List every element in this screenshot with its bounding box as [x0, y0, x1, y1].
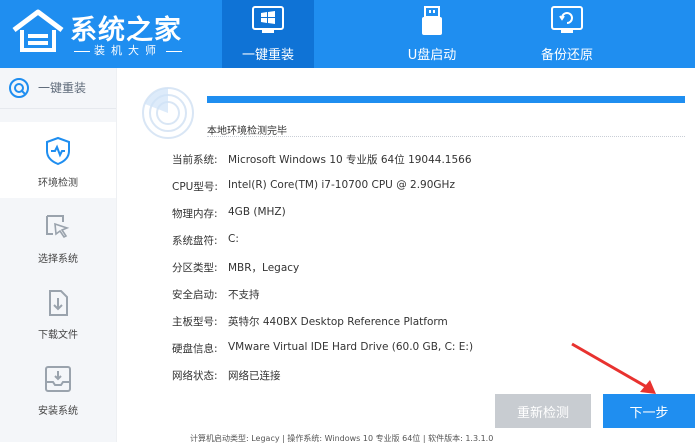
tab-usb-boot[interactable]: U盘启动	[386, 0, 478, 68]
info-key: 主板型号:	[172, 316, 218, 328]
install-tray-icon	[45, 366, 71, 392]
info-key: 系统盘符:	[172, 235, 218, 247]
brand-subtitle: 装机大师	[70, 42, 186, 58]
scan-radar-icon	[142, 87, 194, 139]
info-value: 4GB (MHZ)	[228, 206, 286, 218]
sidebar-item-label: 选择系统	[38, 254, 78, 265]
info-value: VMware Virtual IDE Hard Drive (60.0 GB, …	[228, 341, 474, 353]
info-key: 安全启动:	[172, 289, 218, 301]
status-text: 本地环境检测完毕	[207, 126, 287, 137]
house-logo-icon	[12, 9, 64, 52]
info-value: Microsoft Windows 10 专业版 64位 19044.1566	[228, 154, 472, 166]
tab-label: U盘启动	[407, 48, 457, 63]
status-divider	[207, 136, 685, 137]
info-value: MBR，Legacy	[228, 262, 300, 274]
sidebar-divider	[116, 68, 117, 442]
tab-label: 备份还原	[540, 48, 593, 63]
usb-drive-icon	[422, 6, 442, 35]
info-key: 硬盘信息:	[172, 343, 218, 355]
next-step-button[interactable]: 下一步	[603, 394, 695, 428]
info-key: 网络状态:	[172, 370, 218, 382]
shield-heartbeat-icon	[46, 136, 70, 166]
annotation-arrow-icon	[571, 342, 656, 394]
footer-info: 计算机启动类型: Legacy | 操作系统: Windows 10 专业版 6…	[190, 434, 494, 443]
logo: 系统之家 装机大师	[10, 6, 210, 62]
download-file-icon	[49, 290, 68, 316]
progress-bar	[207, 96, 685, 103]
sidebar-item-label: 安装系统	[38, 406, 78, 417]
info-value: Intel(R) Core(TM) i7-10700 CPU @ 2.90GHz	[228, 179, 455, 191]
info-value: 不支持	[228, 289, 260, 301]
info-key: 分区类型:	[172, 262, 218, 274]
sidebar-item-label: 环境检测	[38, 178, 78, 189]
tab-backup-restore[interactable]: 备份还原	[521, 0, 613, 68]
cursor-select-icon	[46, 215, 70, 239]
sidebar-header-label: 一键重装	[38, 81, 87, 95]
app-header: 系统之家 装机大师 一键重装 U盘启动 备份还原	[0, 0, 695, 68]
recheck-button[interactable]: 重新检测	[495, 394, 591, 428]
sidebar-item-env-check[interactable]: 环境检测	[0, 122, 116, 198]
sidebar-item-download-files[interactable]: 下载文件	[0, 274, 116, 350]
tab-one-click-reinstall[interactable]: 一键重装	[222, 0, 314, 68]
info-value: C:	[228, 233, 239, 245]
sidebar-item-label: 下载文件	[38, 330, 78, 341]
backup-restore-icon	[551, 6, 583, 33]
tab-label: 一键重装	[241, 48, 294, 63]
info-key: 当前系统:	[172, 154, 218, 166]
progress-fill	[207, 96, 685, 103]
sidebar-item-install-system[interactable]: 安装系统	[0, 350, 116, 426]
info-key: CPU型号:	[172, 181, 218, 193]
sidebar-item-select-system[interactable]: 选择系统	[0, 198, 116, 274]
info-value: 英特尔 440BX Desktop Reference Platform	[228, 316, 448, 328]
windows-icon	[252, 6, 284, 33]
info-key: 物理内存:	[172, 208, 218, 220]
info-value: 网络已连接	[228, 370, 281, 382]
refresh-icon	[9, 78, 29, 98]
sidebar-header[interactable]: 一键重装	[0, 68, 116, 109]
